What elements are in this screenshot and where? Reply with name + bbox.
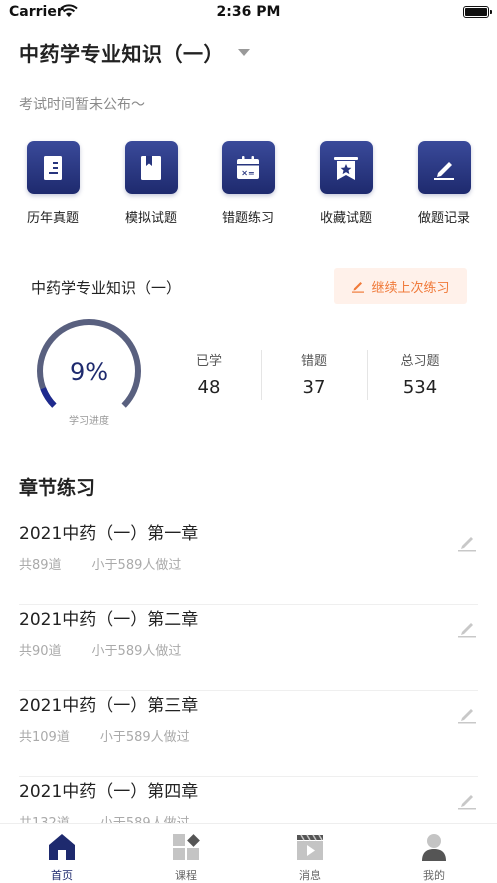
chapter-count: 共89道 bbox=[19, 558, 62, 573]
practice-pencil-icon[interactable] bbox=[456, 531, 478, 553]
user-icon bbox=[422, 834, 446, 861]
shortcut-wrong-questions[interactable]: ×= 错题练习 bbox=[208, 141, 288, 226]
page-title: 中药学专业知识（一） bbox=[19, 42, 224, 66]
stat-label: 错题 bbox=[300, 354, 327, 369]
paper-icon bbox=[44, 155, 62, 180]
stat-wrong: 错题 37 bbox=[261, 350, 367, 398]
progress-percent: 9% bbox=[69, 358, 109, 386]
shortcut-history[interactable]: 做题记录 bbox=[404, 141, 484, 226]
status-bar: Carrier 2:36 PM bbox=[0, 0, 497, 26]
shortcut-grid: 历年真题 模拟试题 ×= 错题练习 收藏试题 做题记录 bbox=[0, 141, 497, 231]
shortcut-favorites[interactable]: 收藏试题 bbox=[306, 141, 386, 226]
stat-label: 总习题 bbox=[400, 354, 440, 369]
svg-text:×=: ×= bbox=[241, 168, 254, 177]
home-icon bbox=[49, 834, 75, 860]
chapter-done-count: 小于589人做过 bbox=[91, 644, 182, 659]
status-time: 2:36 PM bbox=[216, 4, 281, 20]
grid-icon bbox=[173, 834, 200, 860]
battery-icon bbox=[463, 6, 492, 18]
caret-down-icon bbox=[238, 49, 250, 56]
continue-practice-label: 继续上次练习 bbox=[371, 280, 450, 296]
progress-ring-fill bbox=[40, 387, 57, 408]
tab-home[interactable]: 首页 bbox=[0, 824, 124, 883]
shortcut-mock-exams[interactable]: 模拟试题 bbox=[111, 141, 191, 226]
chapter-count: 共109道 bbox=[19, 730, 70, 745]
shortcut-label: 收藏试题 bbox=[319, 211, 372, 226]
bottom-tab-bar: 首页 课程 消息 我的 bbox=[0, 823, 497, 883]
chapter-meta: 共90道 小于589人做过 bbox=[19, 640, 181, 659]
stat-value: 48 bbox=[197, 377, 221, 398]
video-message-icon bbox=[297, 834, 323, 860]
stat-learned: 已学 48 bbox=[156, 350, 262, 398]
chapter-meta: 共89道 小于589人做过 bbox=[19, 554, 181, 573]
tab-messages[interactable]: 消息 bbox=[248, 824, 372, 883]
tab-label: 我的 bbox=[423, 869, 445, 882]
chapter-name: 2021中药（一）第四章 bbox=[19, 782, 199, 802]
progress-caption: 学习进度 bbox=[69, 416, 109, 427]
chapter-name: 2021中药（一）第二章 bbox=[19, 610, 199, 630]
progress-subject-title: 中药学专业知识（一） bbox=[31, 279, 182, 297]
chapters-section-title: 章节练习 bbox=[19, 477, 96, 499]
subject-selector[interactable]: 中药学专业知识（一） bbox=[19, 38, 250, 67]
tab-label: 消息 bbox=[299, 869, 321, 882]
chapter-name: 2021中药（一）第三章 bbox=[19, 696, 199, 716]
shortcut-label: 历年真题 bbox=[26, 211, 79, 226]
stat-value: 534 bbox=[402, 377, 438, 398]
stat-total: 总习题 534 bbox=[367, 350, 473, 398]
shortcut-label: 模拟试题 bbox=[124, 211, 177, 226]
bookmark-book-icon bbox=[141, 155, 161, 180]
star-banner-icon bbox=[334, 156, 358, 180]
calendar-x-icon: ×= bbox=[237, 155, 259, 179]
shortcut-past-exams[interactable]: 历年真题 bbox=[13, 141, 93, 226]
tab-profile[interactable]: 我的 bbox=[372, 824, 496, 883]
chapter-meta: 共109道 小于589人做过 bbox=[19, 726, 190, 745]
shortcut-label: 做题记录 bbox=[417, 211, 470, 226]
chapter-name: 2021中药（一）第一章 bbox=[19, 524, 199, 544]
practice-pencil-icon[interactable] bbox=[456, 703, 478, 725]
tab-label: 课程 bbox=[175, 869, 197, 882]
chapter-item[interactable]: 2021中药（一）第三章 共109道 小于589人做过 bbox=[19, 691, 478, 777]
chapter-count: 共90道 bbox=[19, 644, 62, 659]
chapter-done-count: 小于589人做过 bbox=[99, 730, 190, 745]
chapter-done-count: 小于589人做过 bbox=[91, 558, 182, 573]
practice-pencil-icon[interactable] bbox=[456, 617, 478, 639]
practice-pencil-icon[interactable] bbox=[456, 789, 478, 811]
edit-icon bbox=[352, 282, 365, 293]
exam-time-notice: 考试时间暂未公布～ bbox=[19, 97, 145, 113]
continue-practice-button[interactable]: 继续上次练习 bbox=[334, 268, 467, 304]
chapter-item[interactable]: 2021中药（一）第二章 共90道 小于589人做过 bbox=[19, 605, 478, 691]
chapter-item[interactable]: 2021中药（一）第一章 共89道 小于589人做过 bbox=[19, 519, 478, 605]
shortcut-label: 错题练习 bbox=[221, 211, 274, 226]
stat-value: 37 bbox=[302, 377, 326, 398]
stat-label: 已学 bbox=[195, 354, 222, 369]
tab-courses[interactable]: 课程 bbox=[124, 824, 248, 883]
pencil-icon bbox=[434, 161, 454, 180]
tab-label: 首页 bbox=[51, 869, 73, 882]
